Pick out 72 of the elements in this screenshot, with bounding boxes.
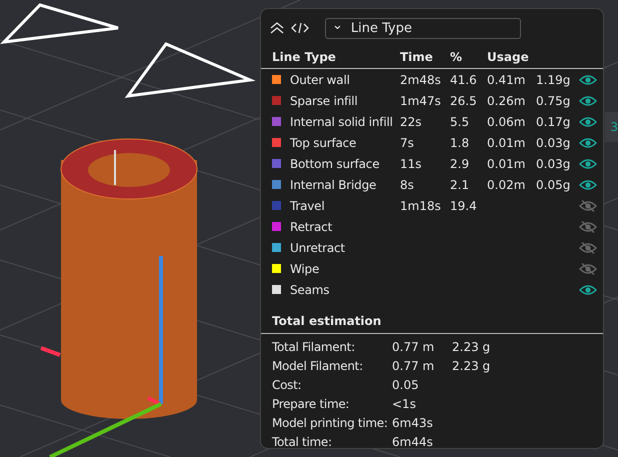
estimate-value: <1s — [392, 396, 417, 410]
caret-icon: ⌄ — [332, 18, 343, 32]
table-cell-text: 2.9 — [450, 156, 470, 170]
code-icon[interactable] — [291, 21, 309, 35]
eye-icon[interactable] — [579, 74, 597, 86]
table-cell-text: 0.26m — [487, 94, 526, 108]
hidden-eye-icon[interactable] — [579, 242, 597, 254]
line-type-label: Travel — [290, 198, 326, 212]
collapse-icon[interactable] — [269, 21, 285, 35]
line-type-label: Internal solid infill — [290, 114, 394, 128]
estimate-value: 0.05 — [392, 378, 420, 392]
estimate-value: 2.23 g — [452, 358, 490, 372]
line-type-label: Wipe — [290, 262, 320, 276]
column-header: % — [450, 50, 464, 64]
table-cell-text: 0.01m — [487, 136, 526, 150]
estimate-value: 0.77 m — [392, 358, 436, 372]
table-cell-text: 2.1 — [450, 178, 470, 192]
table-cell-text: 0.05g — [536, 178, 572, 192]
line-type-label: Outer wall — [290, 72, 351, 86]
estimate-label: Total time: — [272, 434, 333, 448]
table-cell-text: 0.41m — [487, 72, 526, 86]
section-title: Total estimation — [261, 314, 603, 334]
eye-icon[interactable] — [579, 136, 597, 148]
line-type-label: Internal Bridge — [290, 178, 378, 192]
line-type-label: Bottom surface — [290, 156, 380, 170]
estimate-label: Model Filament: — [272, 358, 364, 372]
table-cell-text: 0.17g — [536, 114, 572, 128]
line-type-label: Sparse infill — [290, 94, 359, 108]
table-cell-text: 0.03g — [536, 156, 572, 170]
estimate-value: 2.23 g — [452, 340, 490, 354]
table-cell-text: 8s — [400, 178, 415, 192]
table-cell-text: 1m18s — [400, 198, 442, 212]
table-cell-text: 7s — [400, 136, 415, 150]
line-type-label: Unretract — [290, 240, 346, 254]
eye-icon[interactable] — [579, 284, 597, 296]
table-cell-text: 19.4 — [450, 198, 478, 212]
side-tab[interactable]: 3 — [605, 112, 618, 142]
table-cell-text: 26.5 — [450, 94, 478, 108]
table-cell-text: 2m48s — [400, 72, 442, 86]
hidden-eye-icon[interactable] — [579, 262, 597, 274]
hidden-eye-icon[interactable] — [579, 200, 597, 212]
table-cell-text: 0.03g — [536, 136, 572, 150]
eye-icon[interactable] — [579, 94, 597, 106]
eye-icon[interactable] — [579, 158, 597, 170]
column-header: Time — [400, 50, 434, 64]
table-cell-text: 0.75g — [536, 94, 572, 108]
eye-icon[interactable] — [579, 116, 597, 128]
estimate-value: 0.77 m — [392, 340, 436, 354]
table-cell-text: 1.8 — [450, 136, 470, 150]
table-cell-text: 0.02m — [487, 178, 526, 192]
table-cell-text: 22s — [400, 114, 423, 128]
line-type-label: Top surface — [290, 136, 358, 150]
view-type-dropdown[interactable]: ⌄ Line Type — [325, 18, 521, 38]
column-header: Line Type — [272, 50, 337, 64]
line-type-label: Seams — [290, 282, 330, 296]
estimate-label: Total Filament: — [272, 340, 356, 354]
table-cell-text: 0.06m — [487, 114, 526, 128]
table-cell-text: 41.6 — [450, 72, 478, 86]
table-cell-text: 1.19g — [536, 72, 572, 86]
hidden-eye-icon[interactable] — [579, 220, 597, 232]
estimate-label: Prepare time: — [272, 396, 350, 410]
estimate-value: 6m43s — [392, 416, 434, 430]
table-cell-text: 0.01m — [487, 156, 526, 170]
column-header: Usage — [487, 50, 530, 64]
estimate-label: Model printing time: — [272, 416, 389, 430]
table-cell-text: 1m47s — [400, 94, 442, 108]
eye-icon[interactable] — [579, 178, 597, 190]
table-cell-text: 5.5 — [450, 114, 470, 128]
line-type-label: Retract — [290, 220, 334, 234]
estimate-label: Cost: — [272, 378, 302, 392]
table-cell-text: 11s — [400, 156, 423, 170]
estimate-value: 6m44s — [392, 434, 434, 448]
